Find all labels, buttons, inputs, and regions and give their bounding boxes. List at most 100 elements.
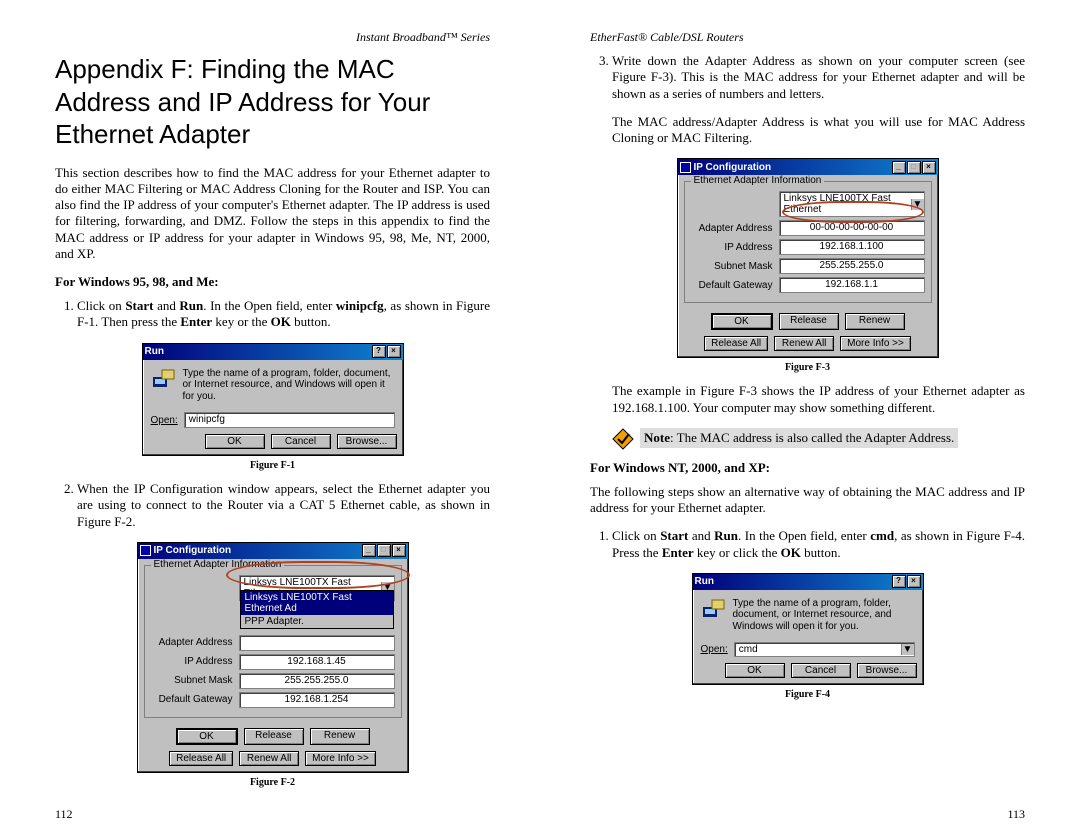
intro-paragraph: This section describes how to find the M… — [55, 165, 490, 263]
dropdown-value: Linksys LNE100TX Fast Ethernet — [780, 192, 911, 216]
open-label: Open: — [151, 415, 178, 426]
run-body-text: Type the name of a program, folder, docu… — [183, 368, 395, 403]
dropdown-option[interactable]: Linksys LNE100TX Fast Ethernet Ad — [241, 591, 393, 615]
label-adapter-address: Adapter Address — [691, 223, 779, 234]
value-ip-address: 192.168.1.100 — [779, 239, 925, 255]
dialog-title: Run — [695, 576, 714, 587]
help-icon[interactable]: ? — [372, 345, 386, 358]
dropdown-option[interactable]: PPP Adapter. — [241, 615, 393, 628]
para-example-ip: The example in Figure F-3 shows the IP a… — [612, 383, 1025, 416]
renew-all-button[interactable]: Renew All — [239, 751, 299, 766]
text: Start — [125, 298, 153, 313]
run-icon — [701, 598, 727, 620]
text: and — [154, 298, 180, 313]
text: and — [688, 528, 714, 543]
figure-f3-caption: Figure F-3 — [590, 362, 1025, 373]
maximize-icon[interactable]: □ — [377, 544, 391, 557]
maximize-icon[interactable]: □ — [907, 161, 921, 174]
ok-button[interactable]: OK — [176, 728, 238, 745]
open-field[interactable]: winipcfg — [184, 412, 395, 428]
figure-f1-caption: Figure F-1 — [55, 460, 490, 471]
text: cmd — [870, 528, 894, 543]
group-legend: Ethernet Adapter Information — [691, 175, 825, 186]
renew-button[interactable]: Renew — [310, 728, 370, 745]
running-head-left: Instant Broadband™ Series — [55, 30, 490, 45]
value-subnet-mask: 255.255.255.0 — [779, 258, 925, 274]
para-mac-cloning: The MAC address/Adapter Address is what … — [612, 114, 1025, 147]
subhead-winnt: For Windows NT, 2000, and XP: — [590, 460, 1025, 476]
chevron-down-icon[interactable]: ▼ — [911, 199, 924, 210]
note-check-icon — [612, 428, 634, 450]
adapter-dropdown[interactable]: Linksys LNE100TX Fast Ethernet ▼ Linksys… — [239, 575, 395, 601]
label-subnet-mask: Subnet Mask — [691, 261, 779, 272]
ipconfig-dialog-f2: IP Configuration _ □ × Ethernet Adapter … — [137, 542, 409, 773]
ok-button[interactable]: OK — [711, 313, 773, 330]
minimize-icon[interactable]: _ — [362, 544, 376, 557]
help-icon[interactable]: ? — [892, 575, 906, 588]
ok-button[interactable]: OK — [725, 663, 785, 678]
release-button[interactable]: Release — [779, 313, 839, 330]
release-all-button[interactable]: Release All — [704, 336, 768, 351]
label-subnet-mask: Subnet Mask — [151, 675, 239, 686]
dialog-title: IP Configuration — [694, 162, 772, 173]
open-label: Open: — [701, 644, 728, 655]
left-step-2: When the IP Configuration window appears… — [77, 481, 490, 530]
adapter-dropdown[interactable]: Linksys LNE100TX Fast Ethernet ▼ — [779, 191, 925, 217]
renew-button[interactable]: Renew — [845, 313, 905, 330]
browse-button[interactable]: Browse... — [337, 434, 397, 449]
chevron-down-icon[interactable]: ▼ — [901, 644, 914, 655]
open-value: cmd — [735, 643, 901, 656]
release-button[interactable]: Release — [244, 728, 304, 745]
more-info-button[interactable]: More Info >> — [840, 336, 911, 351]
value-ip-address: 192.168.1.45 — [239, 654, 395, 670]
release-all-button[interactable]: Release All — [169, 751, 233, 766]
text: Run — [714, 528, 738, 543]
text: Enter — [662, 545, 694, 560]
dialog-title: IP Configuration — [154, 545, 232, 556]
label-default-gateway: Default Gateway — [691, 280, 779, 291]
text: OK — [271, 314, 291, 329]
open-field[interactable]: cmd ▼ — [734, 642, 915, 657]
text: Note — [644, 430, 670, 445]
text: button. — [801, 545, 841, 560]
close-icon[interactable]: × — [392, 544, 406, 557]
run-icon — [151, 368, 177, 390]
value-subnet-mask: 255.255.255.0 — [239, 673, 395, 689]
appendix-heading: Appendix F: Finding the MAC Address and … — [55, 53, 490, 151]
close-icon[interactable]: × — [907, 575, 921, 588]
value-adapter-address — [239, 635, 395, 651]
text: Click on — [612, 528, 660, 543]
dialog-title: Run — [145, 346, 164, 357]
label-ip-address: IP Address — [691, 242, 779, 253]
text: OK — [781, 545, 801, 560]
para-alt-way: The following steps show an alternative … — [590, 484, 1025, 517]
left-step-1: Click on Start and Run. In the Open fiel… — [77, 298, 490, 331]
close-icon[interactable]: × — [387, 345, 401, 358]
text: key or click the — [694, 545, 781, 560]
figure-f4-caption: Figure F-4 — [590, 689, 1025, 700]
browse-button[interactable]: Browse... — [857, 663, 917, 678]
value-adapter-address: 00-00-00-00-00-00 — [779, 220, 925, 236]
app-icon — [680, 162, 691, 173]
figure-f2-caption: Figure F-2 — [55, 777, 490, 788]
text: key or the — [212, 314, 270, 329]
cancel-button[interactable]: Cancel — [271, 434, 331, 449]
text: . In the Open field, enter — [203, 298, 336, 313]
text: Run — [179, 298, 203, 313]
right-step-1: Click on Start and Run. In the Open fiel… — [612, 528, 1025, 561]
minimize-icon[interactable]: _ — [892, 161, 906, 174]
label-ip-address: IP Address — [151, 656, 239, 667]
renew-all-button[interactable]: Renew All — [774, 336, 834, 351]
close-icon[interactable]: × — [922, 161, 936, 174]
more-info-button[interactable]: More Info >> — [305, 751, 376, 766]
page-number-left: 112 — [55, 807, 73, 822]
running-head-right: EtherFast® Cable/DSL Routers — [590, 30, 1025, 45]
right-step-3: Write down the Adapter Address as shown … — [612, 53, 1025, 102]
text: Start — [660, 528, 688, 543]
ok-button[interactable]: OK — [205, 434, 265, 449]
text: button. — [291, 314, 331, 329]
cancel-button[interactable]: Cancel — [791, 663, 851, 678]
text: winipcfg — [336, 298, 384, 313]
group-legend: Ethernet Adapter Information — [151, 559, 285, 570]
label-adapter-address: Adapter Address — [151, 637, 239, 648]
